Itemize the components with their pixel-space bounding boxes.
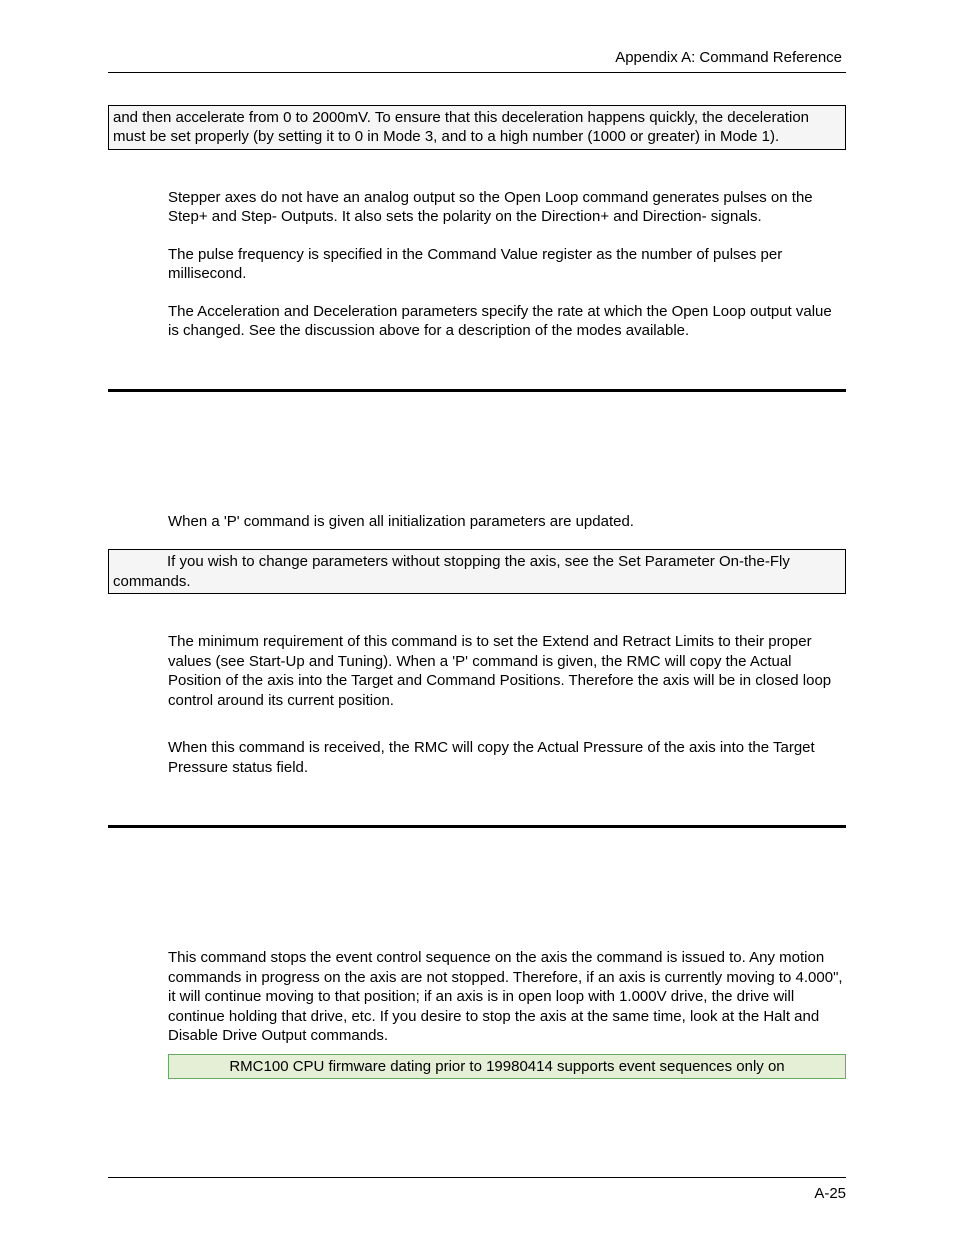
page-footer: A-25 <box>108 1177 846 1204</box>
note-box-deceleration: and then accelerate from 0 to 2000mV. To… <box>108 105 846 150</box>
firmware-note-text: RMC100 CPU firmware dating prior to 1998… <box>229 1058 784 1075</box>
note-text: If you wish to change parameters without… <box>113 553 790 590</box>
paragraph-acceleration: The Acceleration and Deceleration parame… <box>168 302 846 341</box>
paragraph-stop-sequence: This command stops the event control seq… <box>168 948 846 1046</box>
page: Appendix A: Command Reference and then a… <box>0 0 954 1235</box>
paragraph-stepper: Stepper axes do not have an analog outpu… <box>168 188 846 227</box>
paragraph-pulse-frequency: The pulse frequency is specified in the … <box>168 245 846 284</box>
paragraph-p-command: When a 'P' command is given all initiali… <box>168 512 846 532</box>
page-number: A-25 <box>814 1185 846 1202</box>
header-title: Appendix A: Command Reference <box>108 48 846 68</box>
note-box-set-parameter: If you wish to change parameters without… <box>108 549 846 594</box>
page-header: Appendix A: Command Reference <box>108 48 846 73</box>
paragraph-actual-pressure: When this command is received, the RMC w… <box>168 738 846 777</box>
paragraph-min-requirement: The minimum requirement of this command … <box>168 632 846 710</box>
firmware-note-box: RMC100 CPU firmware dating prior to 1998… <box>168 1054 846 1080</box>
note-text: and then accelerate from 0 to 2000mV. To… <box>113 109 809 146</box>
